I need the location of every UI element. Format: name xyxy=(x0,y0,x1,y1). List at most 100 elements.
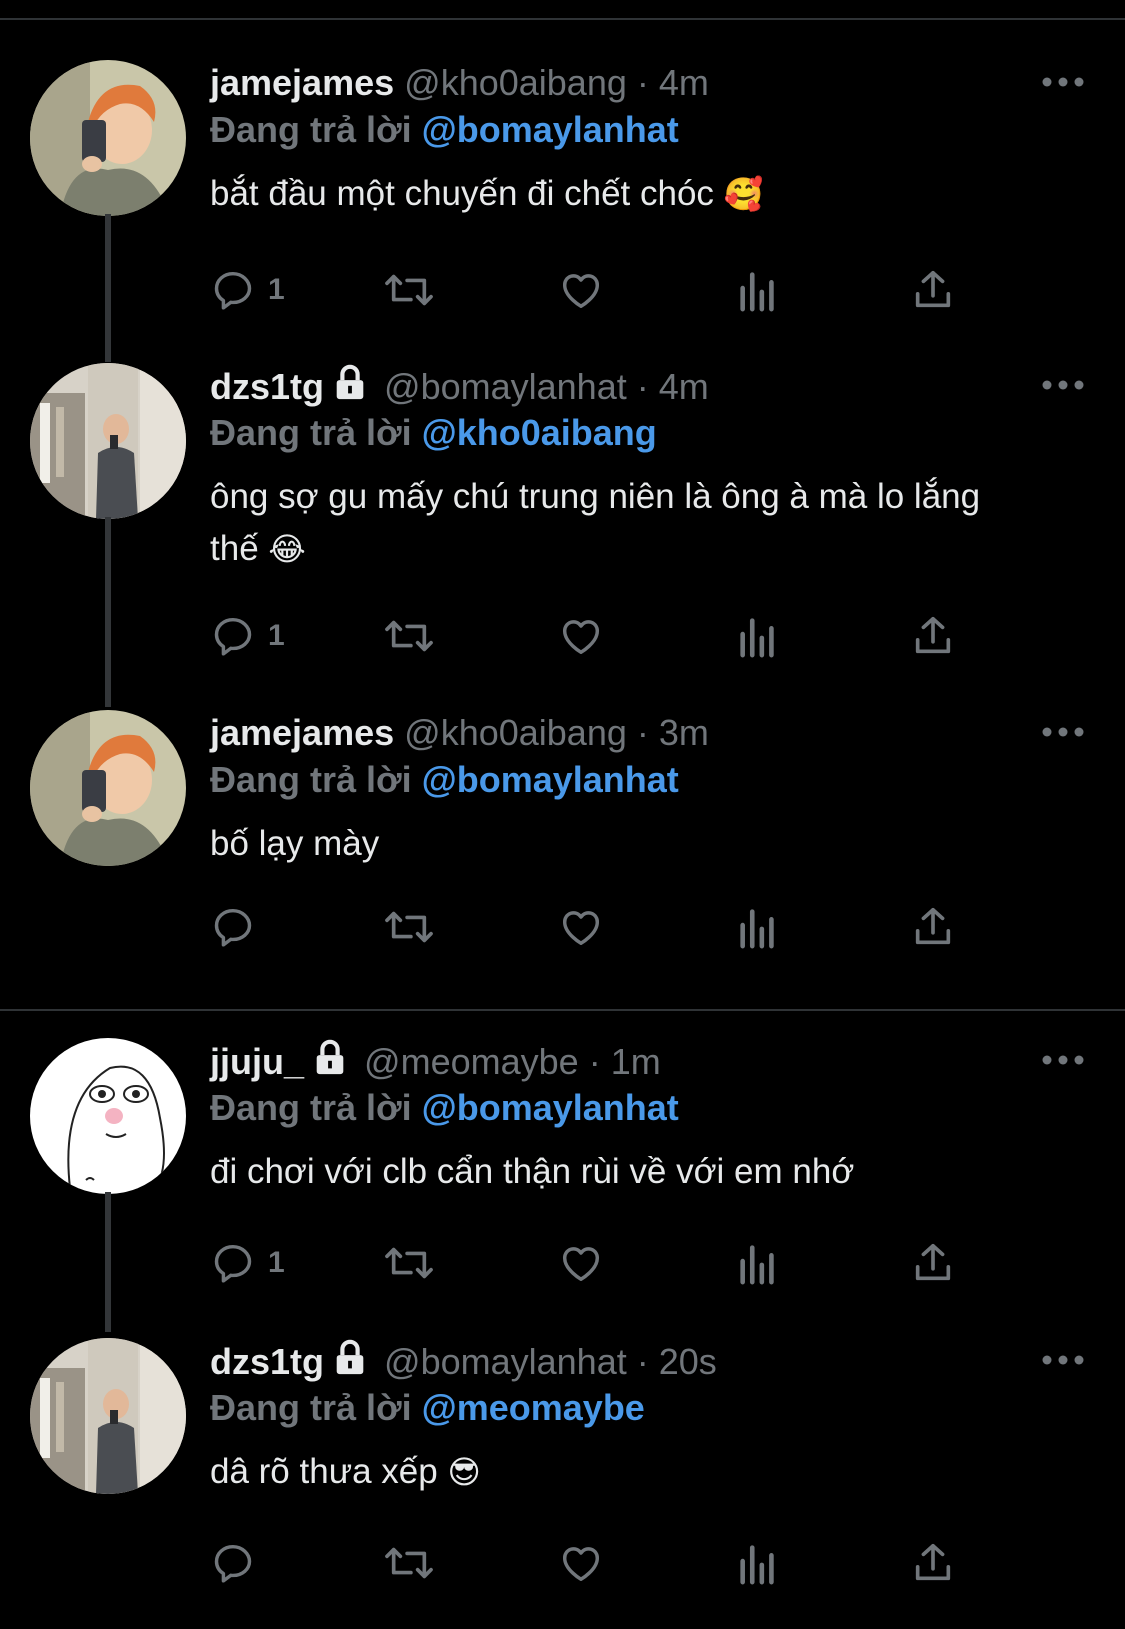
share-button[interactable] xyxy=(910,611,956,661)
retweet-button[interactable] xyxy=(382,902,436,952)
retweet-button[interactable] xyxy=(382,1238,436,1288)
display-name[interactable]: jjuju_ xyxy=(210,1041,304,1082)
views-button[interactable] xyxy=(736,1238,780,1288)
timestamp[interactable]: 3m xyxy=(659,712,709,753)
handle[interactable]: @kho0aibang xyxy=(404,712,627,753)
share-icon xyxy=(915,907,951,945)
display-name[interactable]: jamejames xyxy=(210,712,394,753)
display-name[interactable]: dzs1tg xyxy=(210,1341,324,1382)
views-button[interactable] xyxy=(736,611,780,661)
more-options-icon[interactable] xyxy=(1041,1348,1085,1372)
handle[interactable]: @kho0aibang xyxy=(404,62,627,103)
emoji: 😎 xyxy=(447,1454,481,1490)
thread-line xyxy=(105,517,111,707)
retweet-icon xyxy=(385,911,433,943)
reply-icon xyxy=(214,271,252,310)
reply-button[interactable]: 1 xyxy=(210,1238,285,1288)
share-button[interactable] xyxy=(910,902,956,952)
reply-button[interactable]: 1 xyxy=(210,265,285,315)
lock-icon xyxy=(316,1039,344,1075)
views-icon xyxy=(740,1545,774,1585)
tweet-text: dâ rõ thưa xếp 😎 xyxy=(210,1446,1040,1498)
heart-icon xyxy=(562,1247,600,1282)
mention-link[interactable]: @bomaylanhat xyxy=(422,109,679,150)
separator-dot: · xyxy=(636,712,649,753)
tweet-body: ông sợ gu mấy chú trung niên là ông à mà… xyxy=(210,477,981,568)
views-icon xyxy=(740,909,774,949)
tweet-text: ông sợ gu mấy chú trung niên là ông à mà… xyxy=(210,471,1000,575)
timestamp[interactable]: 4m xyxy=(659,62,709,103)
reply-prefix: Đang trả lời xyxy=(210,1087,412,1128)
reply-count: 1 xyxy=(268,619,285,652)
mention-link[interactable]: @meomaybe xyxy=(422,1387,645,1428)
retweet-icon xyxy=(385,1547,433,1579)
more-options-icon[interactable] xyxy=(1041,1048,1085,1072)
share-button[interactable] xyxy=(910,1238,956,1288)
reply-prefix: Đang trả lời xyxy=(210,109,412,150)
tweet-actions xyxy=(210,1538,1010,1588)
reply-button[interactable] xyxy=(210,902,268,952)
tweet-text: bố lạy mày xyxy=(210,818,1040,870)
tweet-body: đi chơi với clb cẩn thận rùi về với em n… xyxy=(210,1152,855,1191)
separator-dot: · xyxy=(588,1041,601,1082)
more-options-icon[interactable] xyxy=(1041,720,1085,744)
views-button[interactable] xyxy=(736,1538,780,1588)
tweet-body: dâ rõ thưa xếp xyxy=(210,1452,438,1491)
mention-link[interactable]: @kho0aibang xyxy=(422,412,657,453)
lock-icon xyxy=(336,364,364,400)
tweet-text: đi chơi với clb cẩn thận rùi về với em n… xyxy=(210,1146,1040,1198)
reply-icon xyxy=(214,617,252,656)
display-name[interactable]: jamejames xyxy=(210,62,394,103)
reply-context: Đang trả lời @bomaylanhat xyxy=(210,756,1040,804)
reply-button[interactable] xyxy=(210,1538,268,1588)
retweet-icon xyxy=(385,620,433,652)
avatar[interactable] xyxy=(30,1338,186,1494)
handle[interactable]: @bomaylanhat xyxy=(384,1341,627,1382)
retweet-button[interactable] xyxy=(382,611,436,661)
reply-button[interactable]: 1 xyxy=(210,611,285,661)
share-icon xyxy=(915,1543,951,1581)
reply-count: 1 xyxy=(268,1246,285,1279)
reply-prefix: Đang trả lời xyxy=(210,1387,412,1428)
like-button[interactable] xyxy=(557,1538,605,1588)
avatar[interactable] xyxy=(30,60,186,216)
reply-prefix: Đang trả lời xyxy=(210,759,412,800)
like-button[interactable] xyxy=(557,265,605,315)
tweet-body: bắt đầu một chuyến đi chết chóc xyxy=(210,174,714,213)
handle[interactable]: @bomaylanhat xyxy=(384,366,627,407)
display-name[interactable]: dzs1tg xyxy=(210,366,324,407)
more-options-icon[interactable] xyxy=(1041,373,1085,397)
avatar[interactable] xyxy=(30,363,186,519)
thread-divider xyxy=(0,1009,1125,1011)
views-icon xyxy=(740,1245,774,1285)
share-button[interactable] xyxy=(910,265,956,315)
retweet-icon xyxy=(385,274,433,306)
heart-icon xyxy=(562,620,600,655)
retweet-button[interactable] xyxy=(382,1538,436,1588)
timestamp[interactable]: 1m xyxy=(611,1041,661,1082)
views-button[interactable] xyxy=(736,902,780,952)
more-options-icon[interactable] xyxy=(1041,70,1085,94)
views-icon xyxy=(740,618,774,658)
heart-icon xyxy=(562,911,600,946)
tweet-actions: 1 xyxy=(210,611,1010,661)
avatar[interactable] xyxy=(30,1038,186,1194)
emoji: 😂 xyxy=(268,531,306,567)
share-button[interactable] xyxy=(910,1538,956,1588)
tweet-text: bắt đầu một chuyến đi chết chóc 🥰 xyxy=(210,168,1040,220)
mention-link[interactable]: @bomaylanhat xyxy=(422,759,679,800)
reply-icon xyxy=(214,1244,252,1283)
timestamp[interactable]: 4m xyxy=(659,366,709,407)
views-button[interactable] xyxy=(736,265,780,315)
like-button[interactable] xyxy=(557,1238,605,1288)
thread-line xyxy=(105,1192,111,1332)
timestamp[interactable]: 20s xyxy=(659,1341,717,1382)
handle[interactable]: @meomaybe xyxy=(364,1041,579,1082)
lock-icon xyxy=(336,1339,364,1375)
like-button[interactable] xyxy=(557,902,605,952)
avatar[interactable] xyxy=(30,710,186,866)
mention-link[interactable]: @bomaylanhat xyxy=(422,1087,679,1128)
like-button[interactable] xyxy=(557,611,605,661)
tweet-actions: 1 xyxy=(210,265,1010,315)
retweet-button[interactable] xyxy=(382,265,436,315)
